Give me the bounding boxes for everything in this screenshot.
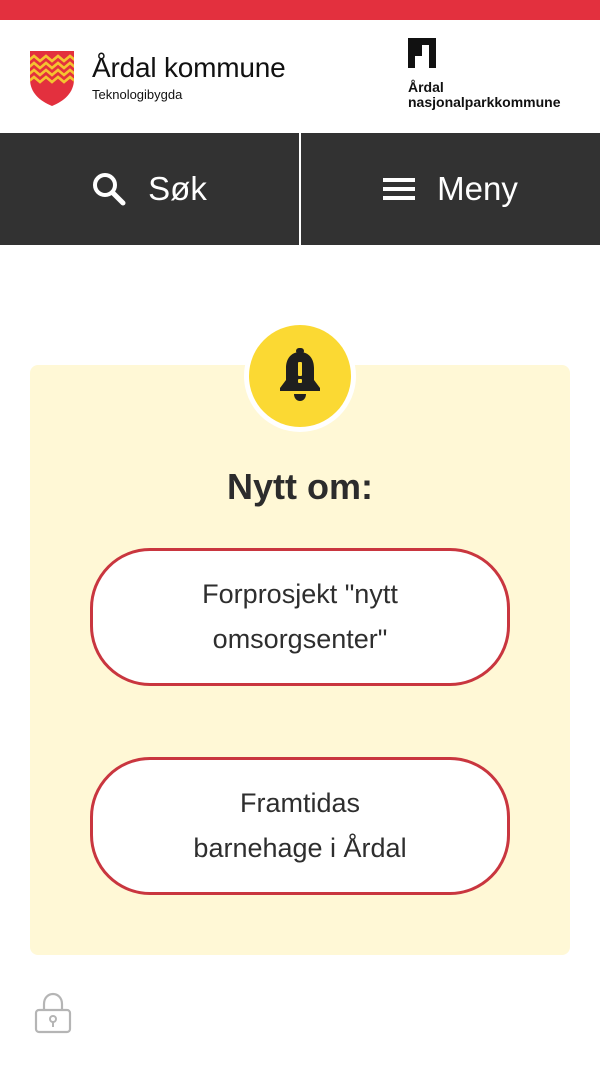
search-button[interactable]: Søk xyxy=(0,133,299,245)
search-icon xyxy=(93,173,126,206)
news-link-label: Forprosjekt "nytt omsorgsenter" xyxy=(202,579,398,654)
notice-title: Nytt om: xyxy=(227,466,373,507)
home-link[interactable]: Årdal kommune Teknologibygda xyxy=(28,48,286,108)
national-park-logo-icon xyxy=(408,38,436,68)
main-nav-bar: Søk Meny xyxy=(0,133,600,245)
park-name-line2: nasjonalparkkommune xyxy=(408,94,561,110)
menu-icon xyxy=(383,178,416,200)
bell-icon xyxy=(280,348,320,401)
menu-button[interactable]: Meny xyxy=(301,133,600,245)
search-label: Søk xyxy=(148,170,207,207)
page: Årdal kommune Teknologibygda Årdal nasjo… xyxy=(0,0,600,1065)
site-header: Årdal kommune Teknologibygda Årdal nasjo… xyxy=(0,20,600,133)
national-park-link[interactable]: Årdal nasjonalparkkommune xyxy=(408,38,588,118)
bell-circle xyxy=(249,325,351,427)
park-name-line1: Årdal xyxy=(408,79,444,95)
coat-of-arms-icon xyxy=(30,51,74,106)
news-link-label: Framtidas barnehage i Årdal xyxy=(193,788,407,863)
brand-name: Årdal kommune xyxy=(92,52,286,83)
top-accent-bar xyxy=(0,0,600,20)
menu-label: Meny xyxy=(437,170,518,207)
news-link-barnehage[interactable]: Framtidas barnehage i Årdal xyxy=(90,757,510,895)
lock-icon[interactable] xyxy=(34,992,72,1034)
news-link-omsorgsenter[interactable]: Forprosjekt "nytt omsorgsenter" xyxy=(90,548,510,686)
brand-tagline: Teknologibygda xyxy=(92,87,183,102)
bell-badge xyxy=(244,320,356,432)
brand-text: Årdal kommune Teknologibygda xyxy=(92,52,286,103)
